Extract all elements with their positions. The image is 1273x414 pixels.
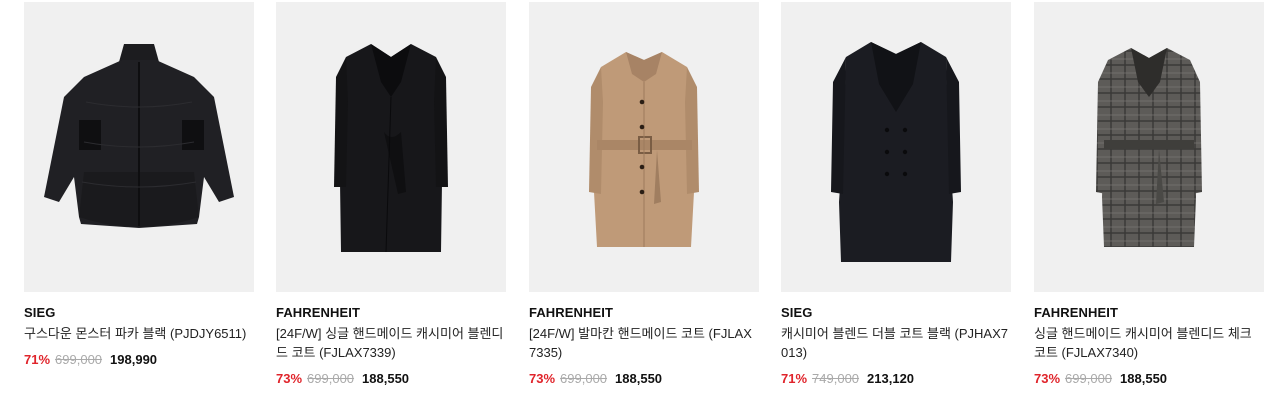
product-name[interactable]: [24F/W] 발마칸 핸드메이드 코트 (FJLAX7335) [529, 324, 757, 362]
product-name[interactable]: [24F/W] 싱글 핸드메이드 캐시미어 블렌디드 코트 (FJLAX7339… [276, 324, 504, 362]
discount-rate: 73% [1034, 371, 1061, 386]
product-brand: SIEG [781, 305, 813, 320]
black-belted-coat-image [276, 2, 506, 292]
original-price: 699,000 [1065, 371, 1113, 386]
product-image[interactable] [529, 2, 759, 292]
product-name[interactable]: 구스다운 몬스터 파카 블랙 (PJDJY6511) [24, 324, 252, 343]
sale-price: 188,550 [362, 371, 410, 386]
original-price: 699,000 [55, 352, 103, 367]
black-double-coat-image [781, 2, 1011, 292]
product-price: 73% 699,000 188,550 [276, 371, 409, 386]
discount-rate: 73% [529, 371, 556, 386]
product-price: 73% 699,000 188,550 [1034, 371, 1167, 386]
product-image[interactable] [781, 2, 1011, 292]
product-price: 71% 699,000 198,990 [24, 352, 157, 367]
product-name[interactable]: 싱글 핸드메이드 캐시미어 블렌디드 체크 코트 (FJLAX7340) [1034, 324, 1262, 362]
grey-check-coat-image [1034, 2, 1264, 292]
product-brand: FAHRENHEIT [529, 305, 614, 320]
product-price: 71% 749,000 213,120 [781, 371, 914, 386]
product-grid: SIEG 구스다운 몬스터 파카 블랙 (PJDJY6511) 71% 699,0… [0, 0, 1273, 414]
discount-rate: 71% [781, 371, 808, 386]
camel-balmacaan-coat-image [529, 2, 759, 292]
original-price: 699,000 [560, 371, 608, 386]
sale-price: 213,120 [867, 371, 915, 386]
product-image[interactable] [276, 2, 506, 292]
product-card[interactable]: SIEG 구스다운 몬스터 파카 블랙 (PJDJY6511) 71% 699,0… [24, 0, 254, 414]
product-card[interactable]: FAHRENHEIT [24F/W] 발마칸 핸드메이드 코트 (FJLAX73… [529, 0, 759, 414]
product-brand: FAHRENHEIT [276, 305, 361, 320]
sale-price: 188,550 [615, 371, 663, 386]
product-card[interactable]: FAHRENHEIT [24F/W] 싱글 핸드메이드 캐시미어 블렌디드 코트… [276, 0, 506, 414]
original-price: 699,000 [307, 371, 355, 386]
original-price: 749,000 [812, 371, 860, 386]
discount-rate: 71% [24, 352, 51, 367]
product-image[interactable] [1034, 2, 1264, 292]
product-brand: FAHRENHEIT [1034, 305, 1119, 320]
product-name[interactable]: 캐시미어 블렌드 더블 코트 블랙 (PJHAX7013) [781, 324, 1009, 362]
product-image[interactable] [24, 2, 254, 292]
sale-price: 198,990 [110, 352, 158, 367]
sale-price: 188,550 [1120, 371, 1168, 386]
product-price: 73% 699,000 188,550 [529, 371, 662, 386]
product-brand: SIEG [24, 305, 56, 320]
puffer-parka-image [24, 2, 254, 292]
product-card[interactable]: SIEG 캐시미어 블렌드 더블 코트 블랙 (PJHAX7013) 71% 74… [781, 0, 1011, 414]
discount-rate: 73% [276, 371, 303, 386]
product-card[interactable]: FAHRENHEIT 싱글 핸드메이드 캐시미어 블렌디드 체크 코트 (FJL… [1034, 0, 1264, 414]
